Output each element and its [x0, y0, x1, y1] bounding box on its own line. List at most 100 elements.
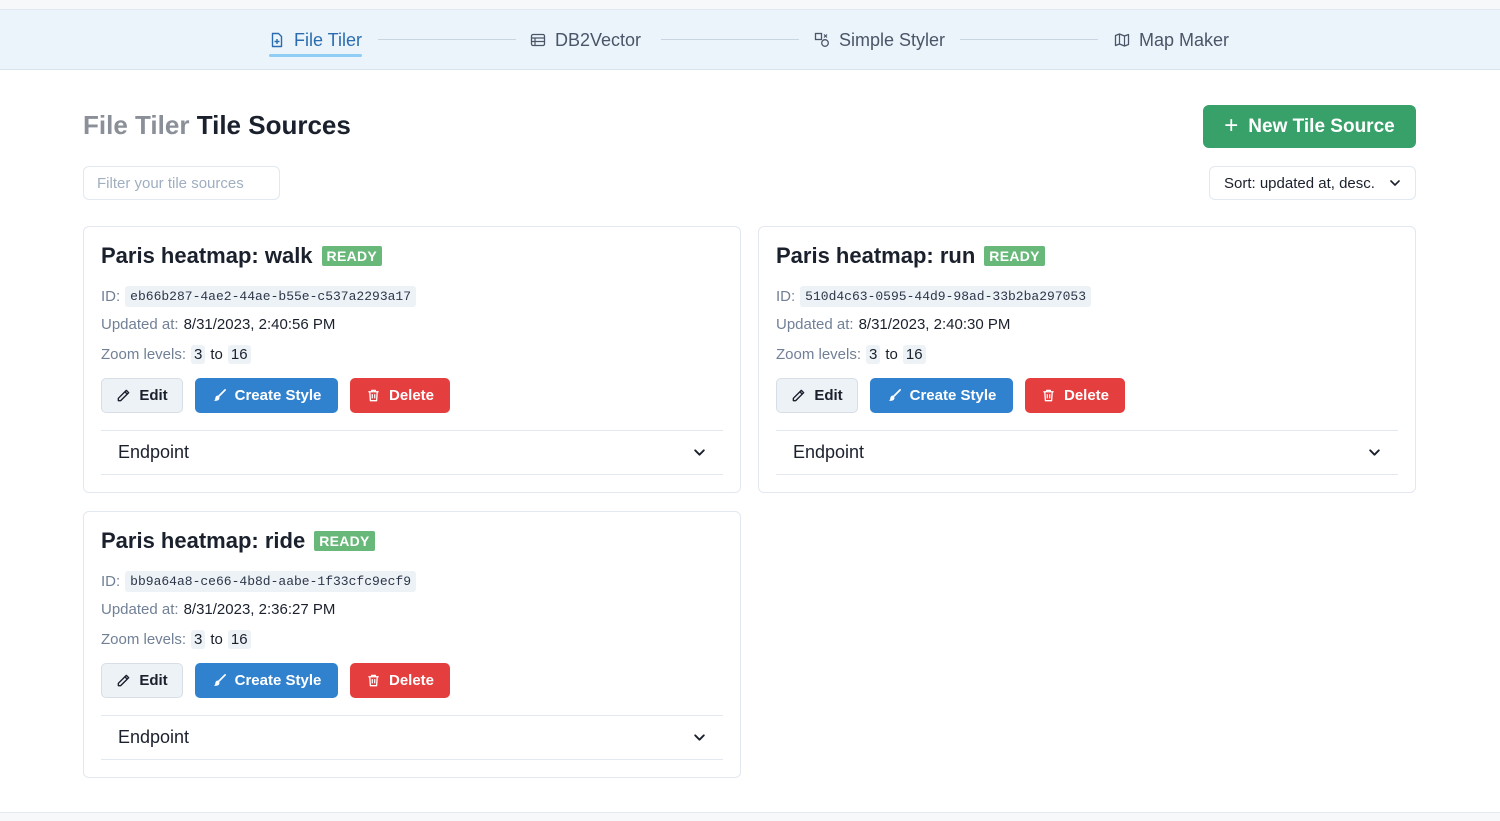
- edit-label: Edit: [814, 387, 843, 404]
- zoom-label: Zoom levels:: [776, 346, 862, 363]
- edit-label: Edit: [139, 672, 168, 689]
- zoom-to: to: [210, 631, 223, 648]
- page-title-prefix: File Tiler: [83, 110, 190, 140]
- updated-label: Updated at:: [101, 601, 179, 618]
- card-zoom-row: Zoom levels: 3 to 16: [101, 630, 251, 649]
- endpoint-label: Endpoint: [118, 727, 190, 747]
- zoom-label: Zoom levels:: [101, 631, 187, 648]
- card-title: Paris heatmap: ride READY: [101, 528, 375, 554]
- nav-tab-label: Simple Styler: [839, 29, 946, 50]
- chevron-down-icon: [1390, 180, 1400, 186]
- card-zoom-row: Zoom levels: 3 to 16: [776, 345, 926, 364]
- file-plus-icon: [271, 32, 283, 48]
- edit-label: Edit: [139, 387, 168, 404]
- updated-value: 8/31/2023, 2:36:27 PM: [183, 601, 336, 618]
- zoom-max: 16: [227, 630, 251, 649]
- tile-source-card: Paris heatmap: walk READY ID: eb66b287-4…: [83, 226, 741, 493]
- card-title: Paris heatmap: run READY: [776, 243, 1045, 269]
- endpoint-accordion[interactable]: Endpoint: [776, 430, 1398, 475]
- chevron-down-icon: [694, 734, 705, 741]
- id-label: ID:: [101, 573, 121, 590]
- pencil-icon: [117, 674, 130, 687]
- pencil-icon: [792, 389, 805, 402]
- endpoint-accordion[interactable]: Endpoint: [101, 715, 723, 760]
- create-style-label: Create Style: [234, 672, 322, 689]
- edit-button[interactable]: Edit: [101, 378, 183, 413]
- nav-divider: [960, 39, 1098, 40]
- card-updated-row: Updated at: 8/31/2023, 2:40:56 PM: [101, 316, 335, 333]
- zoom-label: Zoom levels:: [101, 346, 187, 363]
- nav-tab-label: DB2Vector: [555, 29, 642, 50]
- new-tile-source-label: New Tile Source: [1248, 115, 1395, 137]
- card-title-text: Paris heatmap: run: [776, 243, 976, 268]
- tile-source-card: Paris heatmap: ride READY ID: bb9a64a8-c…: [83, 511, 741, 778]
- card-zoom-row: Zoom levels: 3 to 16: [101, 345, 251, 364]
- tile-source-card: Paris heatmap: run READY ID: 510d4c63-05…: [758, 226, 1416, 493]
- sort-label: Sort: updated at, desc.: [1224, 174, 1375, 192]
- top-nav: File Tiler DB2Vector Simple Styler Map M…: [0, 10, 1500, 70]
- map-icon: [1114, 33, 1130, 47]
- chevron-down-icon: [694, 449, 705, 456]
- edit-button[interactable]: Edit: [776, 378, 858, 413]
- pencil-icon: [117, 389, 130, 402]
- delete-button[interactable]: Delete: [350, 663, 450, 698]
- card-title-text: Paris heatmap: walk: [101, 243, 313, 268]
- brush-icon: [213, 674, 226, 686]
- zoom-min: 3: [866, 345, 881, 364]
- nav-tab-label: File Tiler: [294, 29, 363, 50]
- edit-button[interactable]: Edit: [101, 663, 183, 698]
- nav-tab-simple-styler[interactable]: Simple Styler: [814, 10, 945, 70]
- table-icon: [530, 33, 546, 47]
- nav-tab-db2vector[interactable]: DB2Vector: [530, 10, 641, 70]
- page-title: File Tiler Tile Sources: [83, 110, 351, 141]
- zoom-min: 3: [191, 345, 206, 364]
- nav-divider: [378, 39, 516, 40]
- create-style-button[interactable]: Create Style: [870, 378, 1013, 413]
- create-style-button[interactable]: Create Style: [195, 378, 338, 413]
- id-label: ID:: [101, 288, 121, 305]
- endpoint-label: Endpoint: [118, 442, 190, 462]
- shapes-icon: [814, 32, 829, 47]
- create-style-label: Create Style: [234, 387, 322, 404]
- delete-button[interactable]: Delete: [350, 378, 450, 413]
- id-value: eb66b287-4ae2-44ae-b55e-c537a2293a17: [125, 286, 417, 307]
- status-badge: READY: [984, 246, 1045, 266]
- zoom-to: to: [210, 346, 223, 363]
- bottom-strip: [0, 812, 1500, 821]
- plus-icon: +: [1224, 111, 1239, 139]
- card-title-text: Paris heatmap: ride: [101, 528, 306, 553]
- nav-tab-label: Map Maker: [1139, 29, 1230, 50]
- endpoint-accordion[interactable]: Endpoint: [101, 430, 723, 475]
- delete-label: Delete: [388, 387, 435, 404]
- status-badge: READY: [321, 246, 383, 266]
- card-id-row: ID: 510d4c63-0595-44d9-98ad-33b2ba297053: [776, 286, 1092, 307]
- trash-icon: [368, 674, 379, 687]
- trash-icon: [368, 389, 379, 402]
- card-title: Paris heatmap: walk READY: [101, 243, 383, 269]
- status-badge: READY: [314, 531, 375, 551]
- zoom-to: to: [885, 346, 898, 363]
- trash-icon: [1043, 389, 1054, 402]
- top-strip: [0, 0, 1500, 10]
- delete-button[interactable]: Delete: [1025, 378, 1125, 413]
- delete-label: Delete: [388, 672, 435, 689]
- page-title-main: Tile Sources: [196, 110, 351, 140]
- nav-tab-map-maker[interactable]: Map Maker: [1114, 10, 1229, 70]
- card-id-row: ID: eb66b287-4ae2-44ae-b55e-c537a2293a17: [101, 286, 417, 307]
- sort-select[interactable]: Sort: updated at, desc.: [1209, 166, 1416, 200]
- zoom-max: 16: [227, 345, 251, 364]
- filter-input[interactable]: [83, 166, 280, 200]
- endpoint-label: Endpoint: [793, 442, 865, 462]
- card-id-row: ID: bb9a64a8-ce66-4b8d-aabe-1f33cfc9ecf9: [101, 571, 417, 592]
- card-updated-row: Updated at: 8/31/2023, 2:36:27 PM: [101, 601, 335, 618]
- card-updated-row: Updated at: 8/31/2023, 2:40:30 PM: [776, 316, 1010, 333]
- nav-tab-file-tiler[interactable]: File Tiler: [269, 10, 363, 70]
- create-style-button[interactable]: Create Style: [195, 663, 338, 698]
- zoom-min: 3: [191, 630, 206, 649]
- updated-value: 8/31/2023, 2:40:30 PM: [858, 316, 1011, 333]
- create-style-label: Create Style: [909, 387, 997, 404]
- zoom-max: 16: [902, 345, 926, 364]
- brush-icon: [213, 389, 226, 401]
- new-tile-source-button[interactable]: + New Tile Source: [1203, 105, 1416, 148]
- id-value: 510d4c63-0595-44d9-98ad-33b2ba297053: [800, 286, 1092, 307]
